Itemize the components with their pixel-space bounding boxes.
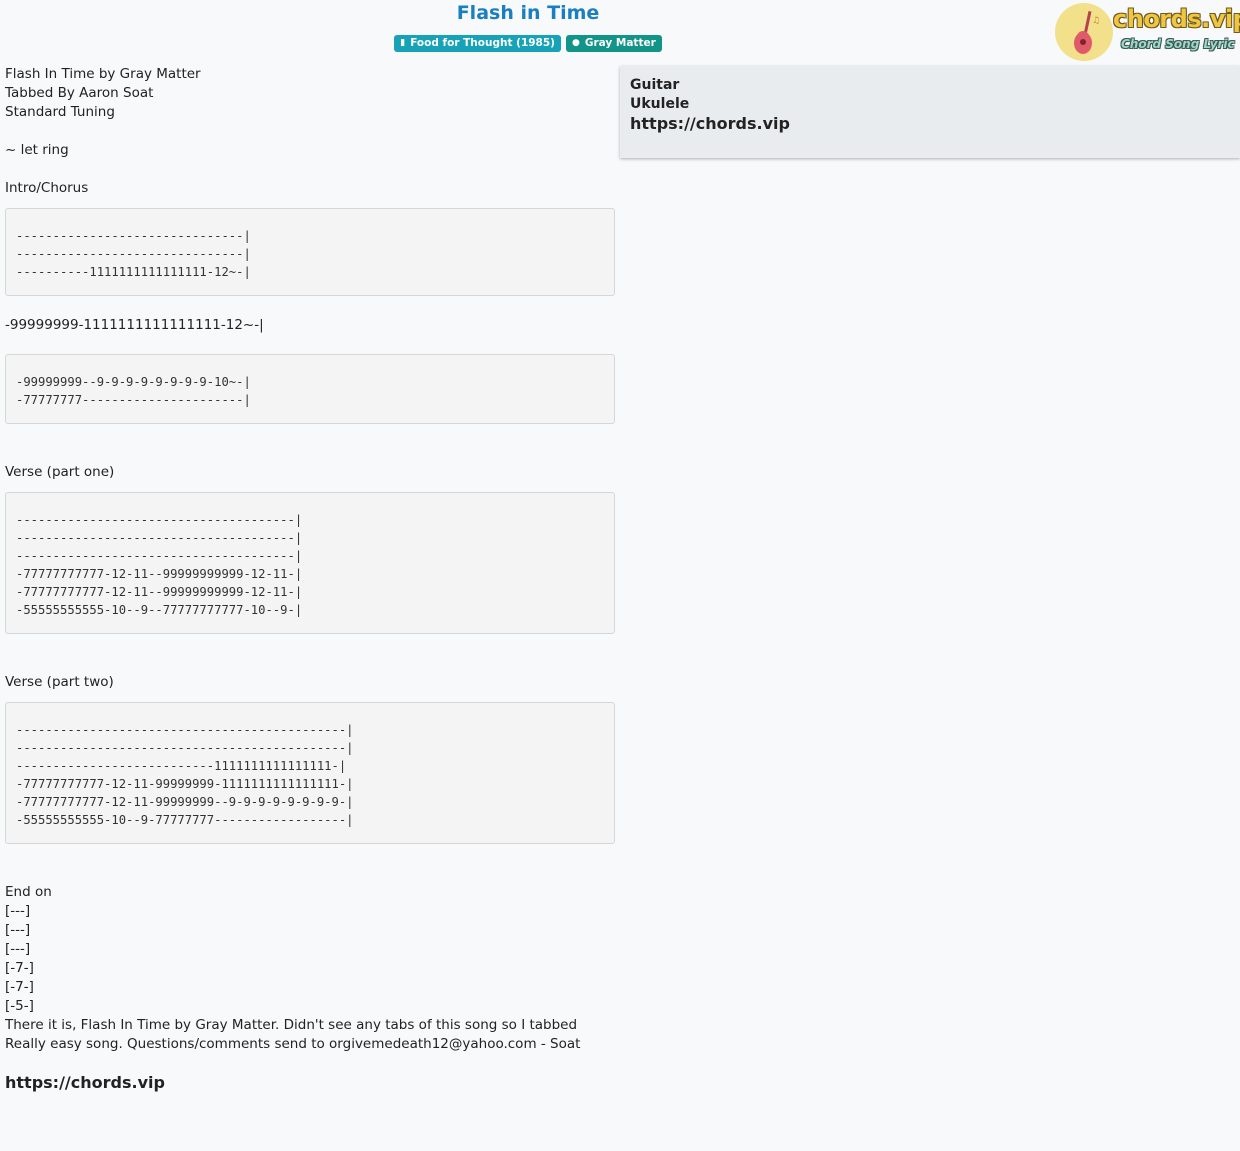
book-icon: ▮ [400,38,406,48]
intro-line [5,160,615,179]
instrument-ukulele-link[interactable]: Ukulele [630,95,1230,114]
intro-line: ~ let ring [5,142,69,158]
logo-text: chords.vip [1113,5,1240,33]
album-badge-label: Food for Thought (1985) [410,37,555,49]
footer-site-link[interactable]: https://chords.vip [5,1073,615,1092]
intro-line: Standard Tuning [5,104,115,120]
tab-block-intro: -------------------------------| -------… [5,208,615,296]
user-icon: ● [571,38,580,48]
song-title: Flash in Time [456,2,600,24]
end-line: [-7-] [5,979,34,995]
tab-block-verse-1: --------------------------------------| … [5,492,615,634]
end-line: Really easy song. Questions/comments sen… [5,1036,581,1052]
end-line: There it is, Flash In Time by Gray Matte… [5,1017,578,1033]
site-logo[interactable]: ♫ chords.vip Chord Song Lyric [1055,3,1240,61]
tab-line: -99999999-1111111111111111-12~-| [5,317,264,333]
end-line: [---] [5,941,31,957]
instrument-panel: Guitar Ukulele https://chords.vip [620,66,1240,158]
intro-line: Tabbed By Aaron Soat [5,85,154,101]
logo-subtitle: Chord Song Lyric [1121,37,1235,51]
intro-line [5,122,615,141]
guitar-icon: ♫ [1074,11,1100,54]
artist-badge-label: Gray Matter [584,37,656,49]
svg-text:♫: ♫ [1092,16,1100,26]
section-label-intro: Intro/Chorus [5,180,89,196]
section-label-verse-2: Verse (part two) [5,674,114,690]
tab-block-verse-2: ----------------------------------------… [5,702,615,844]
badge-row: ▮ Food for Thought (1985) ● Gray Matter [0,35,1056,52]
end-line: [-7-] [5,960,34,976]
album-badge[interactable]: ▮ Food for Thought (1985) [394,35,561,52]
intro-line: Flash In Time by Gray Matter [5,66,201,82]
end-line: End on [5,884,52,900]
tab-block-intro-2: -99999999--9-9-9-9-9-9-9-9-10~-| -777777… [5,354,615,424]
sidebar-site-link[interactable]: https://chords.vip [630,114,1230,133]
end-line: [---] [5,922,31,938]
end-line: [---] [5,903,31,919]
section-label-verse-1: Verse (part one) [5,464,115,480]
instrument-guitar-link[interactable]: Guitar [630,76,1230,95]
end-line: [-5-] [5,998,34,1014]
artist-badge[interactable]: ● Gray Matter [565,35,662,52]
tab-content: Flash In Time by Gray Matter Tabbed By A… [5,65,615,1092]
